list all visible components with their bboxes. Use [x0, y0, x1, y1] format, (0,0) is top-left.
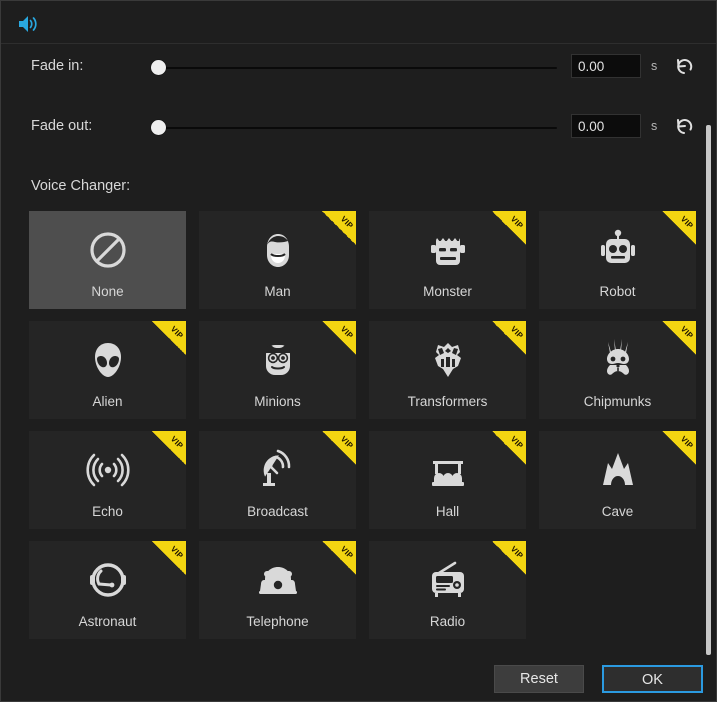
cave-icon — [593, 445, 643, 495]
vip-badge: VIP — [492, 431, 526, 465]
vip-badge-label: VIP — [339, 544, 356, 561]
voice-tile-label: Broadcast — [247, 504, 308, 519]
man-face-icon — [253, 225, 303, 275]
vip-badge: VIP — [322, 321, 356, 355]
voice-tile-radio[interactable]: Radio VIP — [369, 541, 526, 639]
fade-in-row: Fade in: s — [1, 48, 716, 88]
fade-out-reset-icon[interactable] — [674, 116, 695, 137]
fade-in-input[interactable] — [571, 54, 641, 78]
echo-waves-icon — [83, 445, 133, 495]
voice-tile-astronaut[interactable]: Astronaut VIP — [29, 541, 186, 639]
speaker-icon — [17, 13, 41, 35]
vip-badge: VIP — [152, 541, 186, 575]
vip-badge: VIP — [492, 321, 526, 355]
reset-button[interactable]: Reset — [494, 665, 584, 693]
vip-badge: VIP — [662, 321, 696, 355]
chipmunk-icon — [593, 335, 643, 385]
vip-badge: VIP — [152, 321, 186, 355]
telephone-icon — [253, 555, 303, 605]
fade-out-unit: s — [651, 119, 658, 133]
vip-badge: VIP — [322, 211, 356, 245]
voice-tile-hall[interactable]: Hall VIP — [369, 431, 526, 529]
fade-out-slider[interactable] — [151, 120, 557, 135]
fade-in-slider-knob[interactable] — [151, 60, 166, 75]
fade-out-label: Fade out: — [31, 118, 93, 134]
vip-badge: VIP — [322, 431, 356, 465]
voice-tile-label: Monster — [423, 284, 472, 299]
fade-out-row: Fade out: s — [1, 108, 716, 148]
fade-in-slider[interactable] — [151, 60, 557, 75]
vip-badge: VIP — [322, 541, 356, 575]
fade-in-label: Fade in: — [31, 58, 84, 74]
vip-badge-label: VIP — [339, 214, 356, 231]
vip-badge: VIP — [152, 431, 186, 465]
voice-tile-label: Man — [264, 284, 291, 299]
voice-tile-label: None — [91, 284, 124, 299]
voice-tile-telephone[interactable]: Telephone VIP — [199, 541, 356, 639]
voice-tile-label: Chipmunks — [583, 394, 652, 409]
voice-tile-alien[interactable]: Alien VIP — [29, 321, 186, 419]
vertical-scrollbar[interactable] — [706, 125, 711, 655]
vip-badge-label: VIP — [509, 434, 526, 451]
fade-in-reset-icon[interactable] — [674, 56, 695, 77]
minion-face-icon — [253, 335, 303, 385]
vip-badge-label: VIP — [679, 434, 696, 451]
no-entry-icon — [83, 225, 133, 275]
voice-tile-label: Astronaut — [78, 614, 137, 629]
astronaut-helmet-icon — [83, 555, 133, 605]
voice-tile-broadcast[interactable]: Broadcast VIP — [199, 431, 356, 529]
fade-out-slider-knob[interactable] — [151, 120, 166, 135]
alien-face-icon — [83, 335, 133, 385]
vip-badge: VIP — [662, 211, 696, 245]
vip-badge-label: VIP — [509, 324, 526, 341]
vip-badge-label: VIP — [169, 434, 186, 451]
voice-tile-robot[interactable]: Robot VIP — [539, 211, 696, 309]
voice-tile-label: Hall — [435, 504, 460, 519]
radio-icon — [423, 555, 473, 605]
vip-badge-label: VIP — [679, 324, 696, 341]
fade-in-slider-track[interactable] — [151, 67, 557, 69]
autobot-icon — [423, 335, 473, 385]
voice-tile-label: Cave — [601, 504, 634, 519]
fade-out-slider-track[interactable] — [151, 127, 557, 129]
vip-badge-label: VIP — [169, 324, 186, 341]
voice-tile-label: Transformers — [407, 394, 488, 409]
vip-badge-label: VIP — [339, 434, 356, 451]
ok-button[interactable]: OK — [602, 665, 703, 693]
voice-tile-none[interactable]: None — [29, 211, 186, 309]
audio-effects-dialog: Fade in: s Fade out: s Voice C — [0, 0, 717, 702]
robot-face-icon — [593, 225, 643, 275]
voice-tile-label: Robot — [599, 284, 636, 299]
voice-tile-monster[interactable]: Monster VIP — [369, 211, 526, 309]
fade-out-input[interactable] — [571, 114, 641, 138]
vip-badge: VIP — [662, 431, 696, 465]
vip-badge: VIP — [492, 541, 526, 575]
voice-tile-label: Telephone — [246, 614, 309, 629]
satellite-dish-icon — [253, 445, 303, 495]
vip-badge-label: VIP — [679, 214, 696, 231]
vip-badge: VIP — [492, 211, 526, 245]
voice-tile-label: Radio — [429, 614, 466, 629]
voice-tile-minions[interactable]: Minions VIP — [199, 321, 356, 419]
voice-tile-echo[interactable]: Echo VIP — [29, 431, 186, 529]
voice-tile-cave[interactable]: Cave VIP — [539, 431, 696, 529]
voice-tile-man[interactable]: Man VIP — [199, 211, 356, 309]
fade-in-unit: s — [651, 59, 658, 73]
monster-face-icon — [423, 225, 473, 275]
vip-badge-label: VIP — [509, 214, 526, 231]
vip-badge-label: VIP — [509, 544, 526, 561]
hall-seats-icon — [423, 445, 473, 495]
vip-badge-label: VIP — [169, 544, 186, 561]
voice-tile-chipmunks[interactable]: Chipmunks VIP — [539, 321, 696, 419]
vip-badge-label: VIP — [339, 324, 356, 341]
voice-tile-label: Alien — [92, 394, 123, 409]
voice-tile-label: Minions — [254, 394, 301, 409]
dialog-header — [1, 2, 716, 44]
voice-tile-transformers[interactable]: Transformers VIP — [369, 321, 526, 419]
voice-changer-label: Voice Changer: — [31, 178, 131, 194]
voice-tile-label: Echo — [92, 504, 123, 519]
